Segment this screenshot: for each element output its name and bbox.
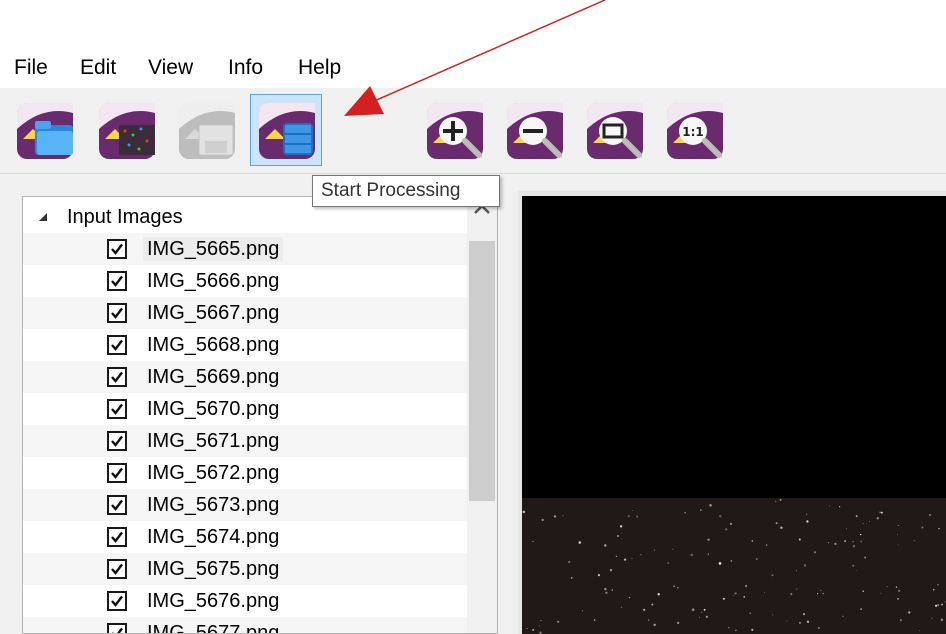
- tree-item[interactable]: IMG_5666.png: [23, 265, 467, 297]
- image-filename: IMG_5673.png: [147, 494, 280, 516]
- preview-canvas-black: [522, 196, 946, 498]
- image-checkbox[interactable]: [107, 527, 127, 547]
- tree-item[interactable]: IMG_5668.png: [23, 329, 467, 361]
- zoom-fit-icon: [587, 103, 643, 159]
- menu-bar: File Edit View Info Help: [0, 48, 946, 88]
- checkmark-icon: [111, 563, 123, 575]
- image-checkbox[interactable]: [107, 303, 127, 323]
- tree-item[interactable]: IMG_5671.png: [23, 425, 467, 457]
- menu-view[interactable]: View: [148, 56, 193, 80]
- save-icon: [179, 103, 235, 159]
- dark-frames-button[interactable]: [90, 94, 162, 166]
- image-filename: IMG_5668.png: [147, 334, 280, 356]
- image-filename: IMG_5672.png: [147, 462, 280, 484]
- checkmark-icon: [111, 435, 123, 447]
- zoom-actual-size-label: 1:1: [682, 125, 704, 139]
- toolbar: 1:1: [0, 88, 946, 174]
- tree-item[interactable]: IMG_5672.png: [23, 457, 467, 489]
- tree-item[interactable]: IMG_5670.png: [23, 393, 467, 425]
- zoom-in-button[interactable]: [418, 94, 490, 166]
- image-filename: IMG_5675.png: [147, 558, 280, 580]
- tree-item[interactable]: IMG_5667.png: [23, 297, 467, 329]
- checkmark-icon: [112, 627, 123, 633]
- collapse-arrow-icon[interactable]: [37, 211, 49, 223]
- checkmark-icon: [111, 403, 123, 415]
- menu-info[interactable]: Info: [228, 56, 263, 80]
- checkmark-icon: [111, 307, 123, 319]
- image-preview-panel: [518, 191, 946, 634]
- tree-item[interactable]: IMG_5675.png: [23, 553, 467, 585]
- app-window: File Edit View Info Help 1:1 Start Proce…: [0, 48, 946, 634]
- image-checkbox[interactable]: [107, 495, 127, 515]
- open-images-button[interactable]: [8, 94, 80, 166]
- image-checkbox[interactable]: [107, 591, 127, 611]
- menu-edit[interactable]: Edit: [80, 56, 116, 80]
- image-checkbox[interactable]: [107, 271, 127, 291]
- zoom-fit-button[interactable]: [578, 94, 650, 166]
- image-filename: IMG_5665.png: [143, 237, 284, 261]
- checkmark-icon: [111, 275, 123, 287]
- image-checkbox[interactable]: [107, 367, 127, 387]
- image-checkbox[interactable]: [107, 559, 127, 579]
- tooltip-start-processing: Start Processing: [312, 175, 500, 207]
- checkmark-icon: [111, 467, 123, 479]
- menu-file[interactable]: File: [14, 56, 48, 80]
- menu-help[interactable]: Help: [298, 56, 341, 80]
- open-images-icon: [17, 103, 73, 159]
- image-filename: IMG_5674.png: [147, 526, 280, 548]
- checkmark-icon: [111, 531, 123, 543]
- zoom-actual-size-button[interactable]: 1:1: [658, 94, 730, 166]
- image-filename: IMG_5669.png: [147, 366, 280, 388]
- image-filename: IMG_5671.png: [147, 430, 280, 452]
- image-filename: IMG_5667.png: [147, 302, 280, 324]
- checkmark-icon: [111, 499, 123, 511]
- tree-scrollbar[interactable]: [467, 197, 497, 633]
- image-checkbox[interactable]: [107, 463, 127, 483]
- image-filename: IMG_5676.png: [147, 590, 280, 612]
- image-filename: IMG_5666.png: [147, 270, 280, 292]
- checkmark-icon: [111, 243, 123, 255]
- image-checkbox[interactable]: [107, 399, 127, 419]
- tree-item[interactable]: IMG_5665.png: [23, 233, 467, 265]
- dark-frames-icon: [99, 103, 155, 159]
- input-images-tree: Input Images IMG_5665.png IMG_5666.png IMG…: [22, 196, 498, 634]
- tree-root-input-images[interactable]: Input Images: [23, 203, 467, 231]
- tree-root-label: Input Images: [67, 206, 183, 228]
- tree-item[interactable]: IMG_5676.png: [23, 585, 467, 617]
- checkmark-icon: [111, 339, 123, 351]
- checkmark-icon: [111, 595, 123, 607]
- tree-item[interactable]: IMG_5674.png: [23, 521, 467, 553]
- start-processing-icon: [259, 103, 315, 159]
- image-checkbox[interactable]: [107, 431, 127, 451]
- image-checkbox[interactable]: [107, 239, 127, 259]
- image-checkbox[interactable]: [107, 623, 127, 633]
- zoom-out-icon: [507, 103, 563, 159]
- preview-star-field: [522, 498, 946, 634]
- zoom-out-button[interactable]: [498, 94, 570, 166]
- save-button[interactable]: [170, 94, 242, 166]
- start-processing-button[interactable]: [250, 94, 322, 166]
- image-filename: IMG_5670.png: [147, 398, 280, 420]
- image-filename: IMG_5677.png: [147, 622, 280, 634]
- zoom-actual-size-icon: 1:1: [667, 103, 723, 159]
- tree-item[interactable]: IMG_5669.png: [23, 361, 467, 393]
- tree-item[interactable]: IMG_5673.png: [23, 489, 467, 521]
- checkmark-icon: [111, 371, 123, 383]
- star-field-image: [522, 498, 946, 634]
- zoom-in-icon: [427, 103, 483, 159]
- tree-item[interactable]: IMG_5677.png: [23, 617, 467, 634]
- image-checkbox[interactable]: [107, 335, 127, 355]
- scrollbar-thumb[interactable]: [469, 241, 495, 501]
